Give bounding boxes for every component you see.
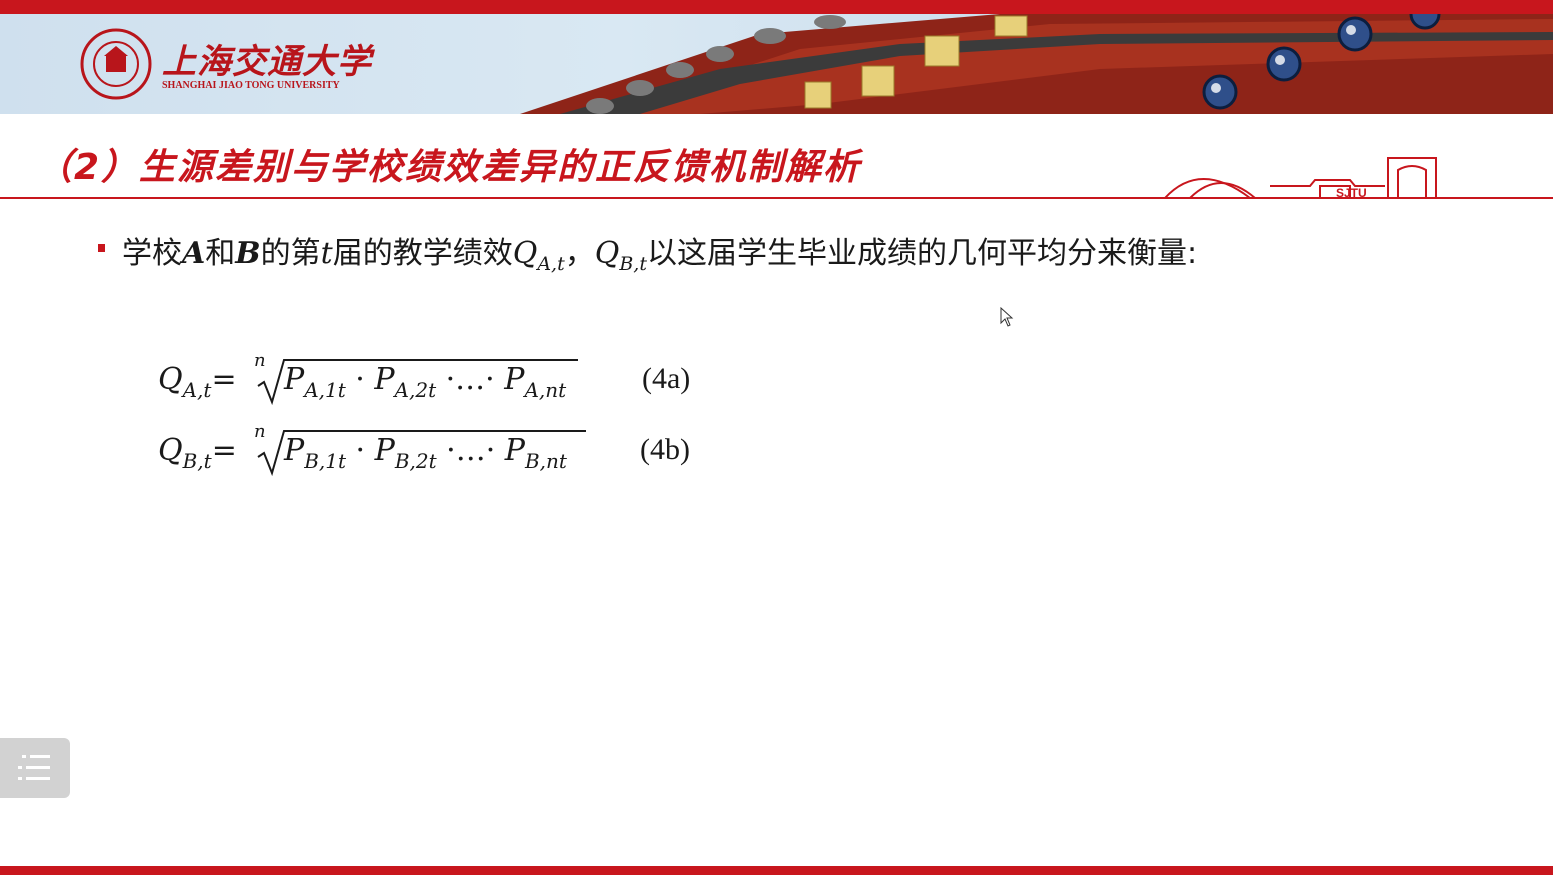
- ellipsis-operator: ·…·: [436, 362, 505, 397]
- bullet-seg-4: 届的教学绩效: [332, 236, 513, 271]
- header-banner: 上海交通大学 SHANGHAI JIAO TONG UNIVERSITY: [0, 14, 1553, 114]
- term-n-sub: A,nt: [524, 378, 567, 402]
- slide-list-menu-button[interactable]: [0, 738, 70, 798]
- university-seal-icon: [80, 28, 152, 100]
- var-t: t: [320, 236, 333, 271]
- radicand: PB,1t · PB,2t ·…· PB,nt: [284, 433, 567, 473]
- term-n: P: [504, 362, 525, 397]
- var-q-a: Q: [512, 236, 538, 271]
- university-name-chinese: 上海交通大学: [162, 42, 372, 82]
- equals-sign: =: [211, 433, 237, 468]
- bullet-separator: ，: [564, 236, 595, 271]
- slide-title: （2）生源差别与学校绩效差异的正反馈机制解析: [36, 147, 862, 188]
- bottom-accent-bar: [0, 866, 1553, 875]
- bullet-seg-3: 的第: [260, 236, 321, 271]
- bullet-square-icon: [98, 244, 105, 252]
- var-q-b: Q: [594, 236, 620, 271]
- campus-gate-decoration-icon: SJTU: [1164, 157, 1437, 200]
- term-2: P: [374, 362, 395, 397]
- var-q-a-sub: A,t: [537, 253, 565, 275]
- bullet-seg-1: 学校: [122, 236, 182, 271]
- dot-operator: ·: [345, 362, 375, 397]
- dot-operator: ·: [346, 433, 375, 468]
- equation-lhs: QB,t=: [158, 433, 237, 473]
- ellipsis-operator: ·…·: [436, 433, 505, 468]
- list-menu-icon: [18, 755, 50, 780]
- bullet-seg-5: 以这届学生毕业成绩的几何平均分来衡量:: [646, 236, 1198, 271]
- term-2-sub: B,2t: [394, 449, 437, 473]
- equation-number-4b: (4b): [640, 433, 690, 466]
- term-n: P: [504, 433, 525, 468]
- term-2-sub: A,2t: [394, 378, 437, 402]
- lhs-symbol: Q: [158, 362, 183, 397]
- bullet-seg-2: 和: [205, 236, 236, 271]
- title-divider: [0, 197, 1553, 199]
- var-a: A: [182, 236, 206, 271]
- bullet-text: 学校A和B的第t届的教学绩效QA,t，QB,t以这届学生毕业成绩的几何平均分来衡…: [122, 228, 1197, 275]
- term-1-sub: A,1t: [304, 378, 346, 402]
- var-b: B: [235, 236, 261, 271]
- term-2: P: [374, 433, 395, 468]
- lhs-symbol: Q: [158, 433, 183, 468]
- term-1: P: [284, 362, 305, 397]
- var-q-b-sub: B,t: [619, 253, 647, 275]
- top-accent-bar: [0, 0, 1553, 14]
- equation-number-4a: (4a): [642, 362, 691, 395]
- radicand: PA,1t · PA,2t ·…· PA,nt: [284, 362, 566, 402]
- lhs-subscript: A,t: [182, 378, 212, 402]
- term-1-sub: B,1t: [304, 449, 347, 473]
- equals-sign: =: [211, 362, 237, 397]
- equation-lhs: QA,t=: [158, 362, 237, 402]
- term-1: P: [284, 433, 305, 468]
- term-n-sub: B,nt: [524, 449, 567, 473]
- university-name-english: SHANGHAI JIAO TONG UNIVERSITY: [162, 80, 340, 91]
- lhs-subscript: B,t: [182, 449, 212, 473]
- mouse-pointer-icon: [1000, 307, 1014, 327]
